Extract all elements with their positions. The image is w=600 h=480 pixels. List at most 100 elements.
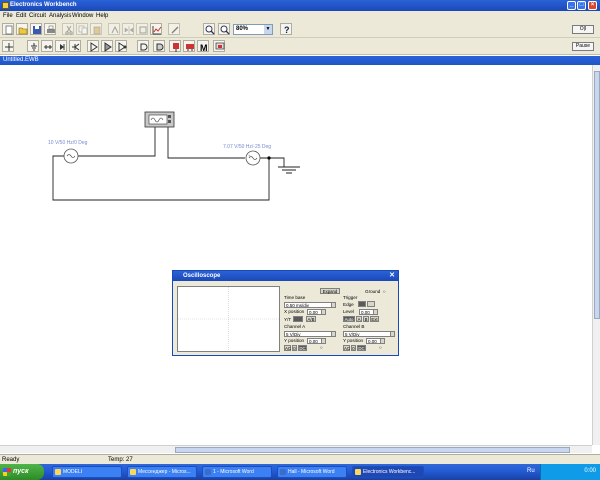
- y-position-b-field[interactable]: 0.00: [366, 338, 381, 344]
- task-label: Hall - Microsoft Word: [288, 469, 335, 475]
- trigger-b-button[interactable]: B: [363, 316, 369, 322]
- diodes-icon[interactable]: [55, 40, 67, 52]
- minimize-button[interactable]: _: [567, 1, 576, 10]
- trigger-a-button[interactable]: A: [356, 316, 362, 322]
- y-position-b-spinner[interactable]: [380, 338, 385, 344]
- channel-a-terminal-icon[interactable]: ○: [320, 345, 323, 350]
- transistors-icon[interactable]: [69, 40, 81, 52]
- windows-logo-icon: [3, 468, 11, 476]
- x-position-field[interactable]: 0.00: [307, 309, 322, 315]
- ground-label: Ground: [365, 289, 381, 294]
- x-position-spinner[interactable]: [321, 309, 326, 315]
- oscilloscope-window[interactable]: Oscilloscope ✕ Expand Ground ○ Time base…: [172, 270, 399, 356]
- level-field[interactable]: 0.00: [359, 309, 374, 315]
- menu-file[interactable]: File: [3, 13, 13, 19]
- circuit-diagram: +: [52, 111, 300, 201]
- power-switch[interactable]: O|I: [572, 25, 594, 34]
- instruments-icon[interactable]: [213, 40, 225, 52]
- graph-icon[interactable]: [150, 23, 162, 35]
- yt-button[interactable]: [293, 316, 303, 322]
- mixed-ics-icon[interactable]: [101, 40, 113, 52]
- channel-b-dc-button[interactable]: DC: [357, 345, 366, 351]
- miscellaneous-icon[interactable]: M: [197, 40, 209, 52]
- task-modeli[interactable]: MODELI: [52, 466, 122, 478]
- language-indicator[interactable]: Ru: [527, 468, 535, 474]
- status-ready: Ready: [2, 457, 20, 463]
- channel-b-zero-button[interactable]: 0: [351, 345, 356, 351]
- close-button[interactable]: ×: [588, 1, 597, 10]
- close-icon[interactable]: ✕: [388, 272, 396, 280]
- channel-b-field[interactable]: 5 V/Div: [343, 331, 391, 337]
- ac-source-1[interactable]: [63, 148, 79, 164]
- help-icon[interactable]: ?: [280, 23, 292, 35]
- rotate-icon[interactable]: [108, 23, 120, 35]
- y-position-a-field[interactable]: 0.00: [307, 338, 322, 344]
- vertical-scrollbar[interactable]: [592, 65, 600, 445]
- scroll-thumb[interactable]: [594, 71, 600, 319]
- zoom-in-icon[interactable]: [203, 23, 215, 35]
- level-label: Level: [343, 309, 354, 314]
- oscilloscope-title-bar[interactable]: Oscilloscope ✕: [173, 271, 398, 281]
- paste-icon[interactable]: [90, 23, 102, 35]
- subcircuit-icon[interactable]: [136, 23, 148, 35]
- digital-ics-icon[interactable]: [115, 40, 127, 52]
- logic-gates-icon[interactable]: [137, 40, 149, 52]
- basic-icon[interactable]: [41, 40, 53, 52]
- copy-icon[interactable]: [76, 23, 88, 35]
- task-messenger[interactable]: Мессенджер - Micros...: [127, 466, 197, 478]
- new-icon[interactable]: [2, 23, 14, 35]
- ab-button[interactable]: A/B: [306, 316, 316, 322]
- open-icon[interactable]: [16, 23, 28, 35]
- trigger-ext-button[interactable]: Ext: [370, 316, 379, 322]
- channel-a-field[interactable]: 5 V/Div: [284, 331, 332, 337]
- circuit-canvas[interactable]: + 10 V/50 Hz/0 Deg 7.07 V/50 Hz/-25 Deg: [0, 65, 592, 445]
- time-base-spinner[interactable]: [331, 302, 336, 308]
- trigger-auto-button[interactable]: Auto: [343, 316, 355, 322]
- task-word-hall[interactable]: Hall - Microsoft Word: [277, 466, 347, 478]
- digital-icon[interactable]: [153, 40, 165, 52]
- menu-circuit[interactable]: Circuit: [29, 13, 46, 19]
- channel-b-terminal-icon[interactable]: ○: [379, 345, 382, 350]
- start-button[interactable]: пуск: [0, 464, 44, 480]
- channel-a-ac-button[interactable]: AC: [284, 345, 291, 351]
- edge-falling-button[interactable]: [367, 301, 375, 307]
- sources-icon[interactable]: [27, 40, 39, 52]
- ground-terminal-icon[interactable]: ○: [383, 289, 386, 294]
- channel-a-dc-button[interactable]: DC: [298, 345, 307, 351]
- channel-a-zero-button[interactable]: 0: [292, 345, 297, 351]
- pause-button[interactable]: Pause: [572, 42, 594, 51]
- print-icon[interactable]: [44, 23, 56, 35]
- scroll-thumb[interactable]: [175, 447, 570, 453]
- menu-edit[interactable]: Edit: [16, 13, 26, 19]
- trigger-label: Trigger: [343, 295, 358, 300]
- time-base-label: Time base: [284, 295, 306, 300]
- task-electronics-workbench[interactable]: Electronics Workbenc...: [352, 466, 424, 478]
- parts-bin-icon[interactable]: [2, 40, 14, 52]
- controls-icon[interactable]: [183, 40, 195, 52]
- zoom-select[interactable]: 80% ▼: [233, 24, 273, 35]
- menu-window[interactable]: Window: [72, 13, 93, 19]
- channel-b-ac-button[interactable]: AC: [343, 345, 350, 351]
- menu-help[interactable]: Help: [96, 13, 108, 19]
- maximize-button[interactable]: □: [577, 1, 586, 10]
- channel-b-spinner[interactable]: [390, 331, 395, 337]
- indicators-icon[interactable]: [169, 40, 181, 52]
- horizontal-scrollbar[interactable]: [0, 445, 592, 453]
- cut-icon[interactable]: [62, 23, 74, 35]
- time-base-field[interactable]: 0.50 ms/div: [284, 302, 332, 308]
- analog-ics-icon[interactable]: [87, 40, 99, 52]
- expand-button[interactable]: Expand: [320, 288, 340, 294]
- oscilloscope-instrument[interactable]: [144, 111, 175, 128]
- ac-source-2[interactable]: +: [245, 150, 261, 166]
- task-word-1[interactable]: 1 - Microsoft Word: [202, 466, 272, 478]
- flip-icon[interactable]: [122, 23, 134, 35]
- task-label: Electronics Workbenc...: [363, 469, 416, 475]
- channel-a-spinner[interactable]: [331, 331, 336, 337]
- menu-analysis[interactable]: Analysis: [49, 13, 71, 19]
- level-spinner[interactable]: [373, 309, 378, 315]
- y-position-a-spinner[interactable]: [321, 338, 326, 344]
- zoom-out-icon[interactable]: [218, 23, 230, 35]
- component-props-icon[interactable]: [168, 23, 180, 35]
- edge-rising-button[interactable]: [358, 301, 366, 307]
- save-icon[interactable]: [30, 23, 42, 35]
